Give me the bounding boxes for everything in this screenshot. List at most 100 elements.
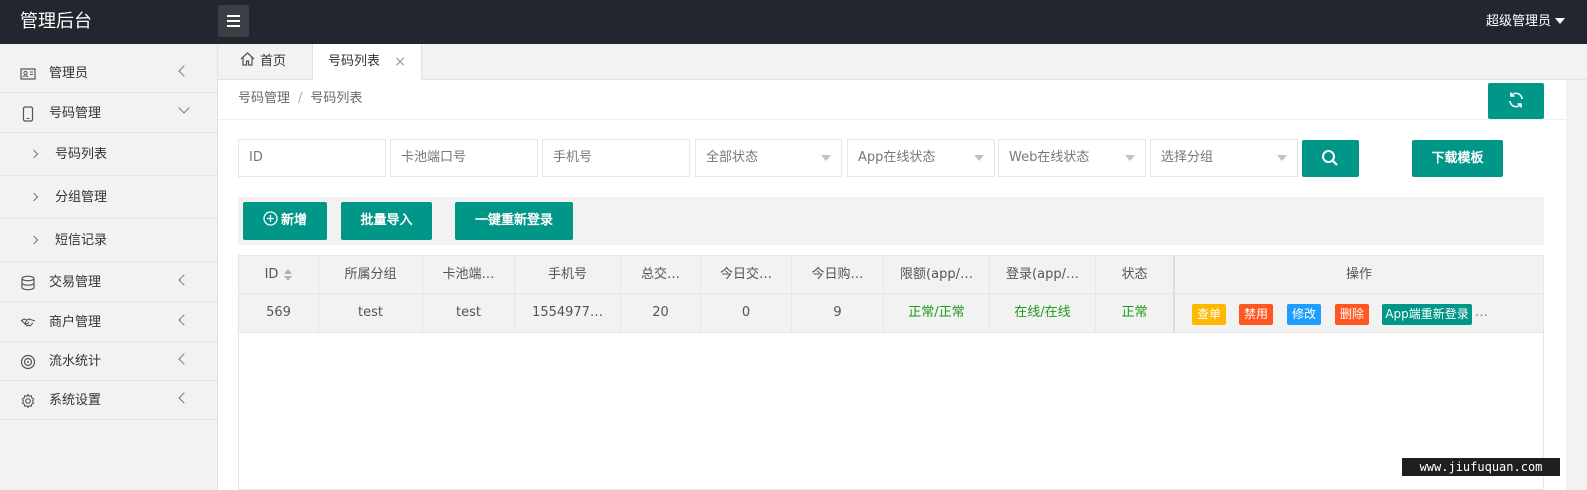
relogin-all-button[interactable]: 一键重新登录 [455, 202, 573, 240]
table-row: 569 test test 1554977… 20 0 9 正常/正常 在线/在… [239, 294, 1543, 333]
sidebar-item-label: 流水统计 [49, 354, 102, 369]
column-header-limit: 限额(app/… [884, 256, 990, 294]
plus-circle-icon [263, 211, 278, 226]
refresh-icon [1509, 92, 1523, 108]
tab-number-list[interactable]: 号码列表 × [312, 44, 422, 81]
search-icon [1322, 150, 1338, 166]
column-header-operations: 操作 [1345, 267, 1372, 282]
top-bar: 管理后台 超级管理员 [0, 0, 1587, 44]
menu-toggle-button[interactable] [218, 5, 249, 37]
delete-button[interactable]: 删除 [1335, 304, 1369, 325]
sidebar-item-label: 商户管理 [49, 315, 102, 330]
tab-label: 号码列表 [328, 54, 381, 69]
column-header-login: 登录(app/… [990, 256, 1096, 294]
download-template-button[interactable]: 下载模板 [1412, 140, 1503, 177]
caret-down-icon [1555, 17, 1565, 24]
tab-label: 首页 [260, 54, 287, 69]
port-input[interactable]: 卡池端口号 [390, 139, 538, 177]
column-header-group: 所属分组 [319, 256, 423, 294]
column-header-phone: 手机号 [515, 256, 621, 294]
sidebar-item-system-settings[interactable]: 系统设置 [0, 381, 218, 420]
breadcrumb-parent[interactable]: 号码管理 [238, 91, 290, 106]
column-header-port: 卡池端… [423, 256, 515, 294]
group-select[interactable]: 选择分组 [1150, 139, 1298, 177]
sidebar-item-label: 系统设置 [49, 393, 102, 408]
cell-today-buy: 9 [792, 294, 884, 332]
cell-id: 569 [239, 294, 319, 332]
sidebar-subitem-sms-records[interactable]: 短信记录 [0, 219, 218, 262]
gear-icon [21, 393, 35, 409]
sidebar-item-admin[interactable]: 管理员 [0, 54, 218, 93]
app-brand: 管理后台 [20, 11, 92, 32]
sidebar-item-label: 管理员 [49, 66, 89, 81]
chevron-right-icon [29, 192, 39, 202]
sidebar-subitem-label: 号码列表 [55, 147, 108, 162]
cell-today-trade: 0 [701, 294, 792, 332]
add-button[interactable]: 新增 [243, 202, 327, 240]
target-icon [20, 354, 36, 370]
column-header-status: 状态 [1096, 256, 1175, 294]
chevron-right-icon [29, 235, 39, 245]
close-icon[interactable]: × [394, 44, 406, 80]
id-input[interactable]: ID [238, 139, 386, 177]
chevron-left-icon [178, 274, 190, 286]
sidebar-subitem-number-list[interactable]: 号码列表 [0, 133, 218, 176]
breadcrumb: 号码管理 / 号码列表 [238, 80, 362, 118]
dropdown-arrow-icon [974, 155, 984, 161]
phone-input[interactable]: 手机号 [542, 139, 690, 177]
app-relogin-button[interactable]: App端重新登录 [1382, 304, 1472, 325]
column-header-id[interactable]: ID [239, 256, 319, 294]
cell-group: test [319, 294, 423, 332]
sidebar-item-number-management[interactable]: 号码管理 [0, 94, 218, 133]
web-online-status-select[interactable]: Web在线状态 [998, 139, 1146, 177]
refresh-button[interactable] [1488, 83, 1544, 119]
sidebar-item-transaction-management[interactable]: 交易管理 [0, 263, 218, 302]
sidebar: 管理员 号码管理 号码列表 分组管理 短信记录 交易管理 商户管理 流水统计 系… [0, 44, 218, 490]
breadcrumb-current: 号码列表 [310, 91, 363, 106]
main-content: 号码管理 / 号码列表 ID 卡池端口号 手机号 全部状态 App在线状态 Web在… [218, 80, 1566, 490]
tab-bar: 首页 号码列表 × [218, 44, 1587, 81]
handshake-icon [20, 318, 36, 327]
sidebar-item-merchant-management[interactable]: 商户管理 [0, 303, 218, 342]
sidebar-subitem-label: 分组管理 [55, 190, 108, 205]
cell-limit: 正常/正常 [884, 294, 990, 332]
sidebar-subitem-group-management[interactable]: 分组管理 [0, 176, 218, 219]
breadcrumb-separator: / [298, 91, 303, 106]
cell-total: 20 [621, 294, 701, 332]
batch-import-button[interactable]: 批量导入 [341, 202, 432, 240]
phone-icon [22, 106, 34, 122]
cell-port: test [423, 294, 515, 332]
column-header-today-trade: 今日交… [701, 256, 792, 294]
more-ellipsis: … [1475, 305, 1488, 320]
chevron-down-icon [178, 102, 190, 114]
admin-card-icon [20, 68, 36, 80]
sidebar-item-flow-statistics[interactable]: 流水统计 [0, 342, 218, 381]
chevron-left-icon [178, 314, 190, 326]
hamburger-icon [227, 15, 240, 17]
app-online-status-select[interactable]: App在线状态 [847, 139, 995, 177]
cell-status: 正常 [1096, 294, 1175, 332]
action-toolbar: 新增 批量导入 一键重新登录 [238, 197, 1544, 245]
tab-home[interactable]: 首页 [230, 44, 312, 80]
chevron-right-icon [29, 149, 39, 159]
user-menu[interactable]: 超级管理员 [1486, 0, 1565, 44]
sidebar-subitem-label: 短信记录 [55, 233, 108, 248]
cell-phone: 1554977… [515, 294, 621, 332]
chevron-left-icon [178, 65, 190, 77]
chevron-left-icon [178, 392, 190, 404]
user-name: 超级管理员 [1485, 14, 1551, 29]
status-select[interactable]: 全部状态 [695, 139, 842, 177]
query-order-button[interactable]: 查单 [1192, 304, 1226, 325]
database-icon [21, 275, 35, 291]
watermark: www.jiufuquan.com [1402, 458, 1560, 476]
dropdown-arrow-icon [1277, 155, 1287, 161]
search-button[interactable] [1302, 140, 1359, 177]
sidebar-item-label: 交易管理 [49, 275, 102, 290]
chevron-left-icon [178, 353, 190, 365]
sort-icon[interactable] [284, 268, 293, 281]
column-header-total: 总交… [621, 256, 701, 294]
disable-button[interactable]: 禁用 [1239, 304, 1273, 325]
breadcrumb-bar: 号码管理 / 号码列表 [218, 80, 1566, 120]
home-icon [240, 52, 255, 66]
edit-button[interactable]: 修改 [1287, 304, 1321, 325]
